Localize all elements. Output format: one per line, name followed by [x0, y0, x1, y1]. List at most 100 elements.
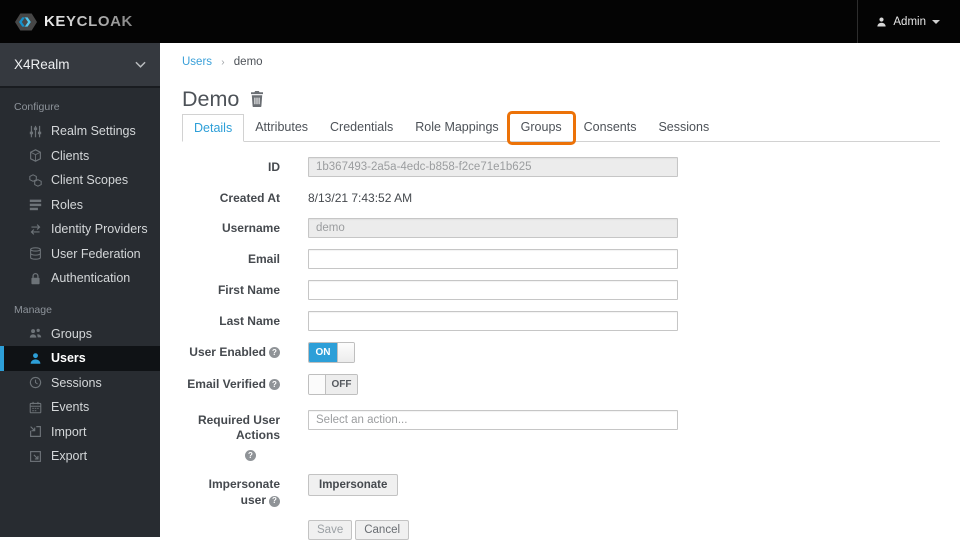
keycloak-logo-icon: [14, 10, 38, 34]
sidebar-item-label: Realm Settings: [51, 124, 136, 139]
breadcrumb-users-link[interactable]: Users: [182, 56, 212, 68]
help-icon: ?: [269, 495, 280, 507]
realm-selector[interactable]: X4Realm: [0, 43, 160, 88]
chevron-down-icon: [932, 20, 940, 24]
sidebar-item-label: Authentication: [51, 271, 131, 286]
field-label: Email: [182, 249, 280, 268]
sidebar-item-label: Client Scopes: [51, 173, 129, 188]
sliders-icon: [29, 125, 42, 138]
toggle-on-label: ON: [309, 342, 337, 362]
field-label-text: Created At: [219, 191, 280, 205]
sidebar-item-roles[interactable]: Roles: [0, 193, 160, 218]
admin-user-menu[interactable]: Admin: [857, 0, 946, 43]
tab-role-mappings[interactable]: Role Mappings: [404, 114, 509, 142]
field-label-text: Email Verified: [187, 376, 266, 391]
form-row-username: Username: [182, 217, 940, 238]
field-label: ID: [182, 157, 280, 176]
field-label: Username: [182, 218, 280, 237]
impersonate-button[interactable]: Impersonate: [308, 474, 399, 497]
lock-icon: [29, 272, 42, 285]
field-label: Email Verified?: [182, 374, 280, 393]
cubes-icon: [29, 173, 42, 187]
created-at-value: 8/13/21 7:43:52 AM: [308, 191, 413, 205]
field-label: First Name: [182, 280, 280, 299]
last-name-input[interactable]: [308, 310, 678, 331]
save-button[interactable]: Save: [308, 519, 353, 540]
sidebar-item-label: Identity Providers: [51, 222, 148, 237]
list-icon: [29, 198, 42, 211]
cube-icon: [29, 149, 42, 163]
form-row-required-user-actions: Required User Actions?: [182, 409, 940, 464]
sidebar-item-user-federation[interactable]: User Federation: [0, 242, 160, 267]
breadcrumb-current: demo: [233, 56, 263, 68]
form-actions-row: Save Cancel: [182, 519, 940, 540]
tab-attributes[interactable]: Attributes: [244, 114, 319, 142]
sidebar-item-events[interactable]: Events: [0, 395, 160, 420]
sidebar-item-identity-providers[interactable]: Identity Providers: [0, 217, 160, 242]
import-icon: [29, 425, 42, 438]
sidebar-item-users[interactable]: Users: [0, 346, 160, 371]
export-icon: [29, 450, 42, 463]
sidebar-section-label: Manage: [14, 303, 52, 316]
sidebar-item-clients[interactable]: Clients: [0, 144, 160, 169]
field-label: Created At: [182, 188, 280, 207]
sidebar-item-sessions[interactable]: Sessions: [0, 371, 160, 396]
tab-credentials[interactable]: Credentials: [319, 114, 404, 142]
user-icon: [29, 352, 42, 365]
tab-consents[interactable]: Consents: [573, 114, 648, 142]
sidebar-item-label: Import: [51, 424, 87, 439]
sidebar-item-label: Clients: [51, 148, 90, 163]
tab-sessions[interactable]: Sessions: [647, 114, 720, 142]
sidebar-item-label: Events: [51, 400, 90, 415]
field-label-text: User Enabled: [189, 344, 266, 359]
group-icon: [29, 327, 42, 340]
first-name-input[interactable]: [308, 279, 678, 300]
help-icon: ?: [269, 379, 280, 391]
toggle-handle: [337, 342, 354, 362]
sidebar-section-label: Configure: [14, 101, 60, 113]
username-input: [308, 217, 678, 238]
keycloak-logo[interactable]: KEYCLOAK: [14, 10, 133, 34]
tab-details[interactable]: Details: [182, 114, 245, 142]
user-details-form: ID Created At 8/13/21 7:43:52 AM Username Em…: [182, 157, 940, 540]
page-title: Demo: [182, 86, 240, 111]
field-label-text: ID: [268, 160, 280, 174]
chevron-down-icon: [135, 61, 146, 68]
toggle-off-label: OFF: [326, 374, 357, 394]
form-row-created-at: Created At 8/13/21 7:43:52 AM: [182, 188, 940, 207]
form-row-last-name: Last Name: [182, 310, 940, 331]
delete-user-trash-icon[interactable]: [250, 91, 264, 107]
sidebar-item-label: User Federation: [51, 246, 141, 261]
sidebar-item-authentication[interactable]: Authentication: [0, 266, 160, 291]
field-label-text: Required User Actions: [197, 412, 280, 443]
breadcrumb-separator: ›: [221, 57, 225, 68]
sidebar-item-client-scopes[interactable]: Client Scopes: [0, 168, 160, 193]
user-enabled-toggle[interactable]: ON: [308, 341, 355, 363]
sidebar-item-realm-settings[interactable]: Realm Settings: [0, 119, 160, 144]
tab-groups[interactable]: Groups: [506, 111, 576, 145]
email-input[interactable]: [308, 248, 678, 269]
database-icon: [29, 247, 42, 260]
user-icon: [876, 16, 887, 28]
help-icon: ?: [245, 450, 256, 462]
sidebar-item-groups[interactable]: Groups: [0, 322, 160, 347]
field-label: Last Name: [182, 311, 280, 330]
breadcrumb: Users › demo: [182, 56, 940, 70]
sidebar-item-export[interactable]: Export: [0, 444, 160, 469]
sidebar-item-import[interactable]: Import: [0, 420, 160, 445]
field-label-text: Username: [221, 220, 280, 235]
id-input: [308, 157, 678, 177]
form-row-first-name: First Name: [182, 279, 940, 300]
form-row-email: Email: [182, 248, 940, 269]
field-label: User Enabled?: [182, 342, 280, 361]
email-verified-toggle[interactable]: OFF: [308, 373, 358, 395]
tab-bar: Details Attributes Credentials Role Mapping…: [182, 111, 940, 145]
form-row-email-verified: Email Verified? OFF: [182, 373, 940, 399]
help-icon: ?: [269, 347, 280, 359]
form-row-user-enabled: User Enabled? ON: [182, 341, 940, 363]
exchange-arrows-icon: [29, 223, 42, 236]
toggle-handle: [309, 374, 326, 394]
cancel-button[interactable]: Cancel: [355, 519, 410, 540]
field-label-text: Email: [247, 251, 280, 266]
required-user-actions-select[interactable]: [308, 409, 678, 430]
